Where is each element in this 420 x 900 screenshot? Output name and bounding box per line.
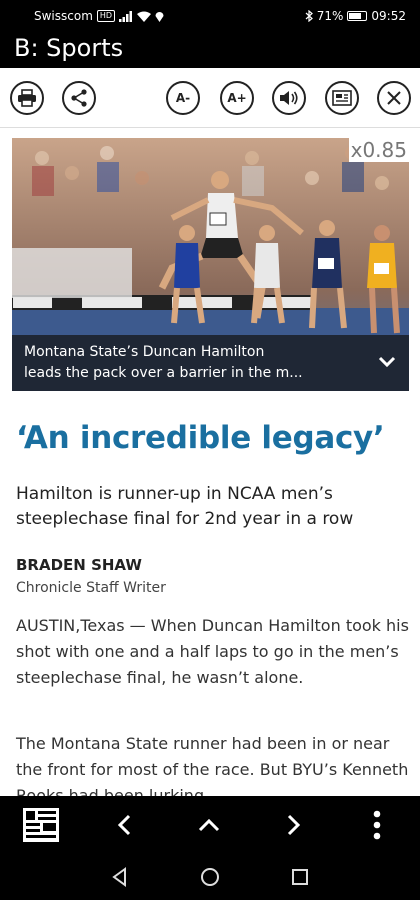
wifi-icon [137, 11, 152, 22]
article-headline: ‘An incredible legacy’ [16, 420, 385, 456]
carrier-name: Swisscom [34, 9, 93, 23]
speaker-icon [280, 91, 298, 105]
battery-percent: 71% [316, 9, 344, 23]
print-button[interactable] [10, 81, 44, 115]
back-icon[interactable] [109, 866, 131, 888]
system-navigation-bar [0, 854, 420, 900]
font-decrease-button[interactable]: A- [166, 81, 200, 115]
scroll-top-button[interactable] [190, 806, 228, 844]
close-button[interactable] [377, 81, 411, 115]
status-right: 71% 09:52 [305, 9, 406, 23]
share-icon [71, 89, 87, 107]
page-title: B: Sports [14, 34, 124, 62]
previous-article-button[interactable] [106, 806, 144, 844]
chevron-left-icon [117, 814, 131, 836]
article-photo[interactable]: x0.85 Montana State’s Duncan Hamilton le… [12, 138, 409, 391]
zoom-level-badge: x0.85 [348, 138, 409, 162]
clock: 09:52 [371, 9, 406, 23]
page-layout-icon [23, 808, 59, 842]
article-content[interactable]: x0.85 Montana State’s Duncan Hamilton le… [0, 128, 420, 796]
home-icon[interactable] [199, 866, 221, 888]
next-article-button[interactable] [274, 806, 312, 844]
chevron-down-icon[interactable] [377, 351, 397, 371]
close-icon [387, 91, 401, 105]
signal-icon [119, 10, 133, 22]
location-icon [155, 11, 164, 22]
article-paragraph: AUSTIN,Texas — When Duncan Hamilton took… [16, 616, 409, 687]
battery-icon [347, 11, 368, 21]
print-icon [18, 89, 36, 107]
article-toolbar: A- A+ [0, 68, 420, 128]
status-left: Swisscom HD [34, 9, 164, 23]
app-header: B: Sports [0, 32, 420, 68]
author-name: BRADEN SHAW [16, 556, 142, 574]
photo-caption[interactable]: Montana State’s Duncan Hamilton leads th… [12, 335, 409, 391]
font-increase-label: A+ [227, 91, 247, 105]
more-options-button[interactable] [358, 806, 396, 844]
share-button[interactable] [62, 81, 96, 115]
status-bar: Swisscom HD 71% 09:52 [0, 0, 420, 32]
recents-icon[interactable] [289, 866, 311, 888]
font-decrease-label: A- [175, 91, 191, 105]
chevron-right-icon [287, 814, 301, 836]
bluetooth-icon [305, 10, 313, 22]
article-paragraph: The Montana State runner had been in or … [16, 734, 409, 796]
bottom-navigation [0, 796, 420, 854]
more-vertical-icon [373, 810, 381, 840]
battery-fill [349, 13, 361, 19]
network-badge: HD [96, 10, 116, 22]
page-overview-button[interactable] [22, 806, 60, 844]
font-increase-button[interactable]: A+ [220, 81, 254, 115]
article-subhead: Hamilton is runner-up in NCAA men’s stee… [16, 484, 354, 529]
caption-line-2: leads the pack over a barrier in the m..… [24, 365, 303, 381]
article-view-button[interactable] [325, 81, 359, 115]
read-aloud-button[interactable] [272, 81, 306, 115]
chevron-up-icon [198, 818, 220, 832]
caption-line-1: Montana State’s Duncan Hamilton [24, 344, 265, 360]
author-title: Chronicle Staff Writer [16, 580, 166, 596]
article-view-icon [332, 90, 352, 106]
